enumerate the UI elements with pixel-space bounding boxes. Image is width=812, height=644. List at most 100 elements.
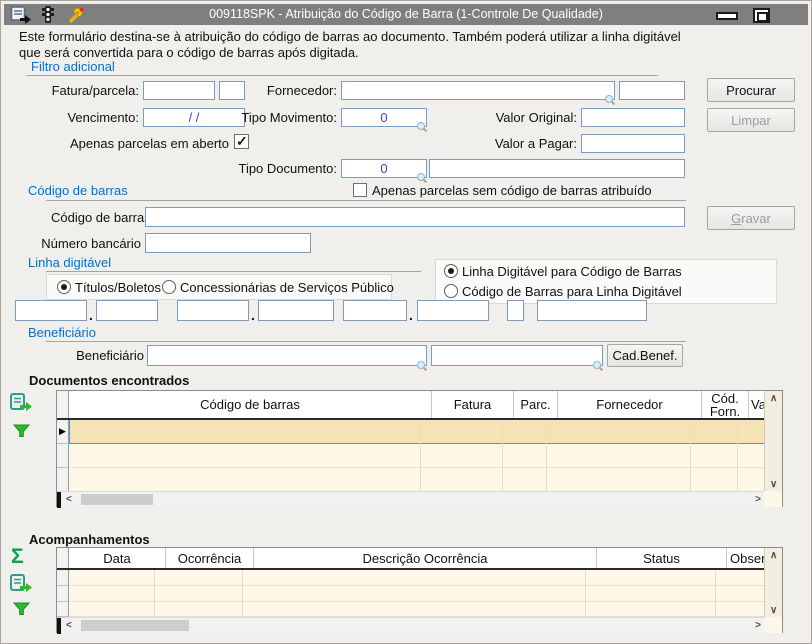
numero-bancario-input-field[interactable]: [146, 234, 310, 252]
lookup-icon[interactable]: [417, 173, 425, 181]
fornecedor-input[interactable]: [341, 81, 615, 100]
col-parc[interactable]: Parc.: [514, 391, 558, 418]
linha-digitavel-field-2-input[interactable]: [97, 301, 157, 320]
linha-digitavel-field-6-input[interactable]: [418, 301, 488, 320]
table-row[interactable]: [57, 602, 766, 617]
linha-digitavel-field-4-input[interactable]: [259, 301, 333, 320]
filter-grid-icon[interactable]: [13, 602, 30, 621]
fatura-input[interactable]: [143, 81, 215, 100]
tipo-documento-input[interactable]: [341, 159, 427, 178]
scrollbar-thumb[interactable]: [81, 494, 153, 505]
lookup-icon[interactable]: [417, 361, 425, 369]
codigo-de-barras-input-field[interactable]: [146, 208, 684, 226]
scroll-left-icon[interactable]: <: [66, 494, 72, 505]
linha-digitavel-field-5[interactable]: [343, 300, 407, 321]
documentos-vertical-scrollbar[interactable]: ∧ ∨: [764, 391, 782, 492]
codigo-de-barras-input[interactable]: [145, 207, 685, 227]
beneficiario-name-input-field[interactable]: [432, 346, 602, 365]
gravar-button[interactable]: Gravar: [707, 206, 795, 230]
tipo-documento-desc-input-field[interactable]: [430, 160, 684, 177]
sum-icon[interactable]: Σ: [11, 547, 24, 567]
numero-bancario-input[interactable]: [145, 233, 311, 253]
col-fatura[interactable]: Fatura: [432, 391, 514, 418]
acompanhamentos-vertical-scrollbar[interactable]: ∧ ∨: [764, 548, 782, 618]
tipo-documento-input-field[interactable]: [342, 160, 426, 177]
scroll-left-icon[interactable]: <: [66, 620, 72, 631]
fatura-input-field[interactable]: [144, 82, 214, 99]
current-row-arrow-icon: ▶: [59, 426, 66, 437]
documentos-title: Documentos encontrados: [29, 373, 189, 388]
tipo-movimento-input[interactable]: [341, 108, 427, 127]
minimize-button[interactable]: [716, 12, 738, 20]
vencimento-input-field[interactable]: [144, 109, 244, 126]
beneficiario-name-input[interactable]: [431, 345, 603, 366]
table-row-selected[interactable]: ▶: [57, 420, 766, 444]
col-data[interactable]: Data: [69, 548, 166, 568]
col-observacao-clipped[interactable]: Observ: [727, 548, 766, 568]
fornecedor-input-field[interactable]: [342, 82, 614, 99]
radio-concessionarias-label: Concessionárias de Serviços Público: [180, 280, 394, 295]
linha-digitavel-field-3-input[interactable]: [178, 301, 248, 320]
col-status[interactable]: Status: [597, 548, 727, 568]
acompanhamentos-grid-header: Data Ocorrência Descrição Ocorrência Sta…: [57, 548, 782, 570]
table-row[interactable]: [57, 468, 766, 492]
scroll-right-icon[interactable]: >: [755, 620, 761, 631]
lookup-icon[interactable]: [417, 122, 425, 130]
export-grid-icon[interactable]: [9, 573, 33, 599]
filter-grid-icon[interactable]: [13, 424, 30, 443]
limpar-button[interactable]: Limpar: [707, 108, 795, 132]
beneficiario-input[interactable]: [147, 345, 427, 366]
linha-digitavel-field-7[interactable]: [537, 300, 647, 321]
maximize-button[interactable]: [753, 8, 770, 23]
export-grid-icon[interactable]: [9, 392, 33, 418]
linha-digitavel-field-5-input[interactable]: [344, 301, 406, 320]
lookup-icon[interactable]: [605, 95, 613, 103]
radio-concessionarias[interactable]: [162, 280, 176, 294]
tipo-documento-desc-input[interactable]: [429, 159, 685, 178]
valor-original-input-field[interactable]: [582, 109, 684, 126]
scrollbar-thumb[interactable]: [81, 620, 189, 631]
sem-codigo-checkbox[interactable]: [353, 183, 367, 197]
procurar-button[interactable]: Procurar: [707, 78, 795, 102]
fornecedor-code-input-field[interactable]: [620, 82, 684, 99]
scroll-down-icon[interactable]: ∨: [770, 479, 777, 490]
radio-linha-para-codigo[interactable]: [444, 264, 458, 278]
radio-titulos-boletos[interactable]: [57, 280, 71, 294]
valor-original-input[interactable]: [581, 108, 685, 127]
beneficiario-input-field[interactable]: [148, 346, 426, 365]
tipo-movimento-input-field[interactable]: [342, 109, 426, 126]
linha-digitavel-field-1[interactable]: [15, 300, 87, 321]
apenas-abertas-checkbox[interactable]: [234, 134, 249, 149]
linha-digitavel-field-2[interactable]: [96, 300, 158, 321]
lookup-icon[interactable]: [593, 361, 601, 369]
linha-digitavel-field-6[interactable]: [417, 300, 489, 321]
documentos-horizontal-scrollbar[interactable]: < >: [57, 491, 766, 507]
col-cod-forn[interactable]: Cód. Forn.: [702, 391, 749, 418]
scroll-right-icon[interactable]: >: [755, 494, 761, 505]
radio-codigo-para-linha[interactable]: [444, 284, 458, 298]
linha-digitavel-field-1-input[interactable]: [16, 301, 86, 320]
scroll-down-icon[interactable]: ∨: [770, 605, 777, 616]
titlebar: 009118SPK - Atribuição do Código de Barr…: [4, 4, 808, 25]
col-descricao-ocorrencia[interactable]: Descrição Ocorrência: [254, 548, 597, 568]
table-row[interactable]: [57, 444, 766, 468]
linha-digitavel-dv-field[interactable]: [507, 300, 524, 321]
valor-original-label: Valor Original:: [471, 110, 577, 125]
fornecedor-code-input[interactable]: [619, 81, 685, 100]
acompanhamentos-horizontal-scrollbar[interactable]: < >: [57, 617, 766, 633]
col-codigo-de-barras[interactable]: Código de barras: [69, 391, 432, 418]
col-ocorrencia[interactable]: Ocorrência: [166, 548, 254, 568]
table-row[interactable]: [57, 586, 766, 602]
scroll-up-icon[interactable]: ∧: [770, 550, 777, 561]
vencimento-input[interactable]: [143, 108, 245, 127]
linha-digitavel-dv-field-input[interactable]: [508, 301, 523, 320]
linha-digitavel-field-7-input[interactable]: [538, 301, 646, 320]
cad-benef-button[interactable]: Cad.Benef.: [607, 344, 683, 367]
scroll-up-icon[interactable]: ∧: [770, 393, 777, 404]
table-row[interactable]: [57, 570, 766, 586]
linha-digitavel-field-3[interactable]: [177, 300, 249, 321]
valor-pagar-input[interactable]: [581, 134, 685, 153]
valor-pagar-input-field[interactable]: [582, 135, 684, 152]
col-fornecedor[interactable]: Fornecedor: [558, 391, 702, 418]
linha-digitavel-field-4[interactable]: [258, 300, 334, 321]
